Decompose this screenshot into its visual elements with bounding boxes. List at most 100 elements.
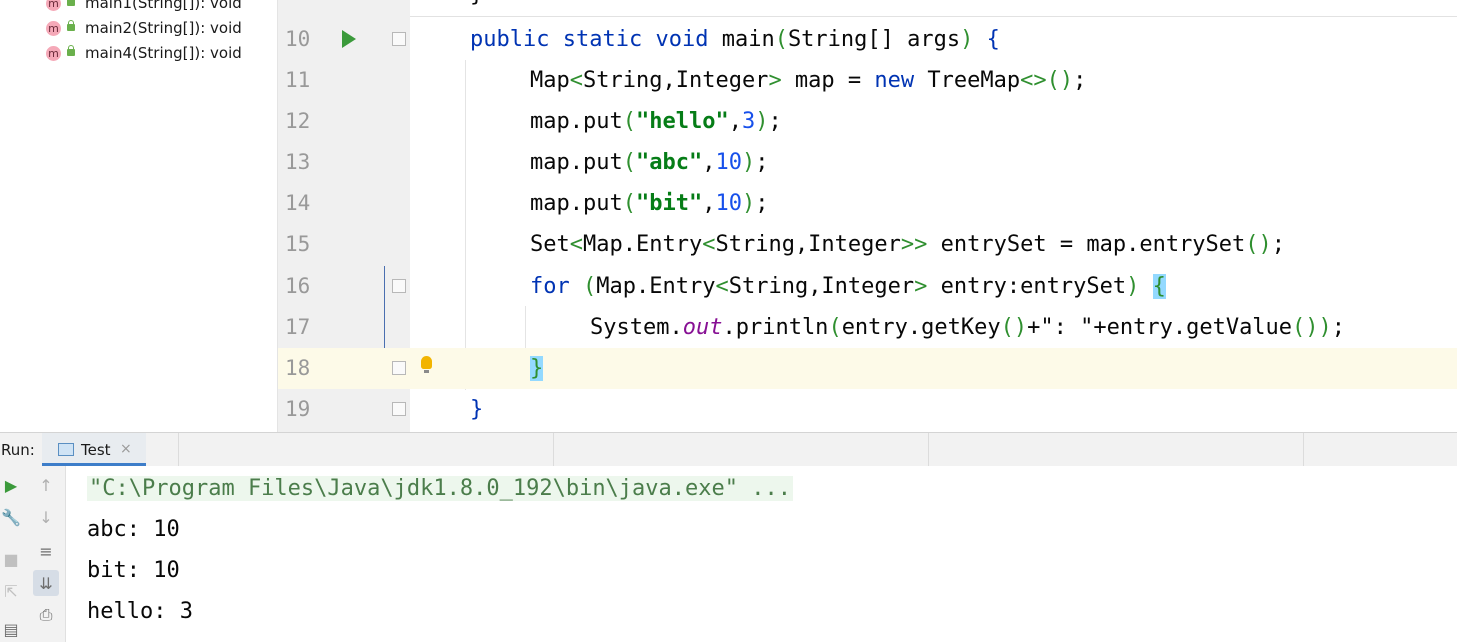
code-line[interactable]: 15 Set<Map.Entry<String,Integer>> entryS… (278, 224, 1457, 265)
fold-icon[interactable] (392, 361, 406, 375)
code-token: () (1000, 315, 1028, 340)
line-number: 10 (285, 27, 311, 51)
code-token: >> (900, 232, 928, 257)
line-number: 12 (285, 109, 311, 133)
run-gutter-icon[interactable] (342, 30, 356, 48)
code-token: void (655, 27, 709, 52)
code-line[interactable]: 12 map.put("hello",3); (278, 101, 1457, 142)
line-number: 14 (285, 191, 311, 215)
code-token: { (973, 27, 1000, 52)
code-line-current[interactable]: 18 } (278, 348, 1457, 389)
code-token: Map.Entry (596, 274, 716, 299)
structure-method-item[interactable]: m main4(String[]): void (46, 42, 242, 64)
console-line: "C:\Program Files\Java\jdk1.8.0_192\bin\… (87, 468, 793, 509)
code-token: map = (781, 68, 875, 93)
code-token: 3 (741, 109, 756, 134)
code-token: ; (755, 191, 769, 216)
structure-method-item[interactable]: m main2(String[]): void (46, 17, 242, 39)
code-token: +": "+entry.getValue (1027, 315, 1293, 340)
code-token: ) (1126, 274, 1140, 299)
method-icon: m (46, 0, 61, 11)
lightbulb-icon[interactable] (421, 356, 432, 373)
code-token: () (1046, 68, 1074, 93)
code-editor[interactable]: } 10 public static void main(String[] ar… (278, 0, 1457, 432)
code-line[interactable]: 14 map.put("bit",10); (278, 183, 1457, 224)
line-number: 13 (285, 150, 311, 174)
scroll-to-end-icon[interactable]: ⇊ (33, 570, 59, 596)
code-token: "hello" (635, 109, 729, 134)
print-icon[interactable]: ⎙ (35, 604, 57, 626)
method-icon: m (46, 20, 61, 36)
code-token: ) (755, 109, 769, 134)
code-token: < (569, 68, 583, 93)
code-token: "bit" (635, 191, 703, 216)
stop-icon[interactable]: ■ (0, 548, 22, 570)
code-token: , (702, 191, 716, 216)
exit-icon[interactable]: ⇱ (0, 580, 22, 602)
code-token: Map (530, 68, 570, 93)
structure-method-item[interactable]: m main1(String[]): void (46, 0, 242, 14)
code-token: } (530, 356, 544, 381)
fold-icon[interactable] (392, 402, 406, 416)
code-token: > (768, 68, 782, 93)
code-token: } (470, 397, 484, 422)
console-line: abc: 10 (87, 517, 180, 542)
code-fragment: } (470, 0, 483, 15)
lock-icon (67, 44, 75, 56)
code-token: < (715, 274, 729, 299)
run-label: Run: (1, 441, 35, 459)
fold-icon[interactable] (392, 279, 406, 293)
arrow-up-icon[interactable]: ↑ (35, 474, 57, 496)
code-token: String,Integer (728, 274, 915, 299)
code-token: for (530, 274, 570, 299)
lock-icon (67, 0, 75, 6)
rerun-icon[interactable]: ▶ (0, 474, 22, 496)
code-token: ( (774, 27, 788, 52)
divider (553, 433, 554, 466)
code-token: "abc" (635, 150, 703, 175)
run-toolbar: Run: Test × (0, 432, 1457, 467)
code-line[interactable]: 19 } (278, 389, 1457, 430)
code-token: entrySet = map.entrySet (927, 232, 1246, 257)
lock-icon (67, 19, 75, 31)
code-token: <> (1020, 68, 1047, 93)
method-label: main1(String[]): void (85, 0, 242, 12)
code-token: ( (828, 315, 842, 340)
arrow-down-icon[interactable]: ↓ (35, 506, 57, 528)
line-number: 15 (285, 232, 311, 256)
code-token: new (874, 68, 915, 93)
code-token: ; (755, 150, 769, 175)
code-token: ) (960, 27, 974, 52)
line-number: 16 (285, 274, 311, 298)
run-tab-test[interactable]: Test × (42, 433, 146, 466)
code-token: Map.Entry (583, 232, 703, 257)
code-token: entry:entrySet (927, 274, 1127, 299)
soft-wrap-icon[interactable]: ≡ (35, 540, 57, 562)
code-token: String[] args (787, 27, 961, 52)
line-number: 17 (285, 315, 311, 339)
wrench-icon[interactable]: 🔧 (0, 506, 22, 528)
separator (410, 16, 1457, 17)
code-token: ; (1073, 68, 1087, 93)
console-output[interactable]: "C:\Program Files\Java\jdk1.8.0_192\bin\… (66, 466, 1457, 642)
code-line[interactable]: 10 public static void main(String[] args… (278, 19, 1457, 60)
code-line[interactable]: 17 System.out.println(entry.getKey()+": … (278, 307, 1457, 348)
structure-panel: m main1(String[]): void m main2(String[]… (0, 0, 278, 432)
fold-icon[interactable] (392, 32, 406, 46)
command-line[interactable]: "C:\Program Files\Java\jdk1.8.0_192\bin\… (87, 476, 793, 501)
line-number: 18 (285, 356, 311, 380)
code-line[interactable]: 13 map.put("abc",10); (278, 142, 1457, 183)
code-token: public (470, 27, 550, 52)
layout-icon[interactable]: ▤ (0, 618, 22, 640)
code-token: ( (622, 109, 636, 134)
code-token: map.put (530, 109, 623, 134)
code-token: .println (722, 315, 829, 340)
code-line[interactable]: 16 for (Map.Entry<String,Integer> entry:… (278, 266, 1457, 307)
code-token: System. (590, 315, 683, 340)
code-token: ; (1331, 315, 1346, 340)
code-line[interactable]: 11 Map<String,Integer> map = new TreeMap… (278, 60, 1457, 101)
close-icon[interactable]: × (120, 441, 132, 457)
line-number: 19 (285, 397, 311, 421)
code-token: ( (622, 191, 636, 216)
